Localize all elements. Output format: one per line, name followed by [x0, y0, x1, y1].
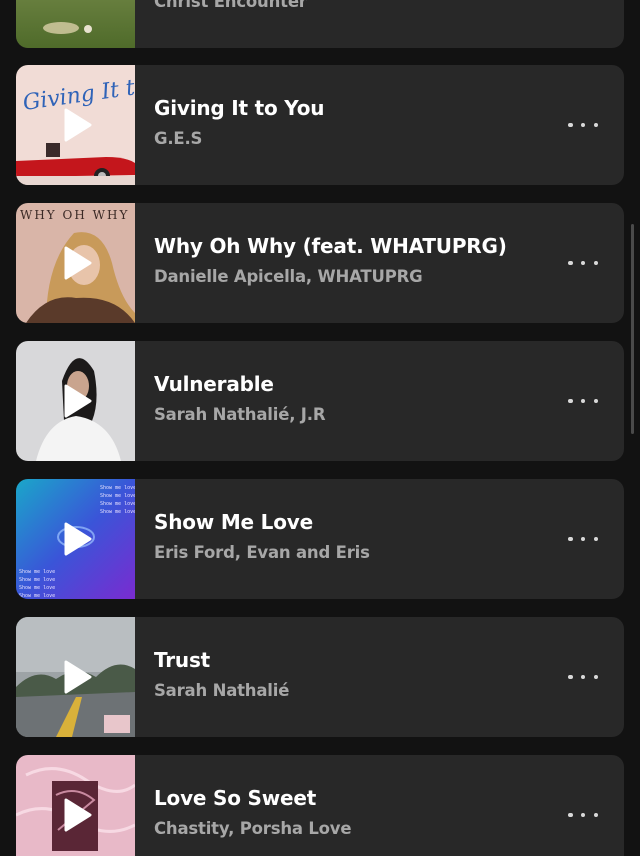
album-art[interactable]: Giving It to You: [16, 65, 135, 185]
dot-icon: [568, 260, 573, 266]
dot-icon: [580, 398, 586, 404]
play-icon[interactable]: [62, 245, 92, 281]
grass-icon: [16, 0, 135, 48]
track-artist: Danielle Apicella, WHATUPRG: [154, 267, 423, 286]
track-card[interactable]: Show me love Show me love Show me love S…: [16, 479, 624, 599]
dot-icon: [580, 674, 586, 680]
track-artist: Sarah Nathalié, J.R: [154, 405, 326, 424]
more-options-button[interactable]: [568, 115, 598, 135]
play-icon[interactable]: [62, 383, 92, 419]
dot-icon: [593, 674, 598, 680]
cover-title-text: Show me love: [19, 569, 55, 575]
dot-icon: [580, 122, 586, 128]
cover-title-text: Show me love: [19, 593, 55, 599]
album-art[interactable]: [16, 341, 135, 461]
dot-icon: [568, 812, 573, 818]
track-artist: Sarah Nathalié: [154, 681, 290, 700]
track-artist: Christ Encounter: [154, 0, 307, 11]
cover-title-text: Show me love: [100, 509, 135, 515]
scrollbar[interactable]: [631, 224, 634, 434]
play-icon[interactable]: [62, 521, 92, 557]
track-title: Vulnerable: [154, 372, 274, 396]
track-artist: Chastity, Porsha Love: [154, 819, 352, 838]
cover-title-text: Show me love: [100, 493, 135, 499]
track-card[interactable]: Trust Sarah Nathalié: [16, 617, 624, 737]
dot-icon: [580, 812, 586, 818]
track-title: Why Oh Why (feat. WHATUPRG): [154, 234, 507, 258]
more-options-button[interactable]: [568, 805, 598, 825]
dot-icon: [580, 536, 586, 542]
cover-title-text: Show me love: [19, 585, 55, 591]
dot-icon: [593, 398, 598, 404]
track-title: Love So Sweet: [154, 786, 317, 810]
dot-icon: [593, 260, 598, 266]
dot-icon: [568, 536, 573, 542]
track-card[interactable]: Giving It to You Giving It to You G.E.S: [16, 65, 624, 185]
album-art[interactable]: [16, 617, 135, 737]
track-card[interactable]: Christ Encounter: [16, 0, 624, 48]
more-options-button[interactable]: [568, 667, 598, 687]
cover-title-text: WHY OH WHY: [20, 208, 129, 222]
track-artist: Eris Ford, Evan and Eris: [154, 543, 370, 562]
track-artist: G.E.S: [154, 129, 203, 148]
track-title: Trust: [154, 648, 211, 672]
dot-icon: [593, 122, 598, 128]
more-options-button[interactable]: [568, 253, 598, 273]
track-list-screen: Christ Encounter Giving It to You: [0, 0, 640, 856]
album-art[interactable]: [16, 755, 135, 856]
track-title: Giving It to You: [154, 96, 325, 120]
play-icon[interactable]: [62, 107, 92, 143]
track-card[interactable]: Vulnerable Sarah Nathalié, J.R: [16, 341, 624, 461]
track-card[interactable]: WHY OH WHY Why Oh Why (feat. WHATUPRG) D…: [16, 203, 624, 323]
more-options-button[interactable]: [568, 529, 598, 549]
album-art[interactable]: WHY OH WHY: [16, 203, 135, 323]
more-options-button[interactable]: [568, 391, 598, 411]
play-icon[interactable]: [62, 659, 92, 695]
play-icon[interactable]: [62, 797, 92, 833]
album-art[interactable]: Show me love Show me love Show me love S…: [16, 479, 135, 599]
dot-icon: [580, 260, 586, 266]
cover-title-text: Show me love: [19, 577, 55, 583]
dot-icon: [568, 398, 573, 404]
cover-title-text: Show me love: [100, 485, 135, 491]
track-card[interactable]: Love So Sweet Chastity, Porsha Love: [16, 755, 624, 856]
album-art[interactable]: [16, 0, 135, 48]
cover-title-text: Show me love: [100, 501, 135, 507]
dot-icon: [593, 812, 598, 818]
track-title: Show Me Love: [154, 510, 313, 534]
dot-icon: [568, 674, 573, 680]
dot-icon: [568, 122, 573, 128]
dot-icon: [593, 536, 598, 542]
